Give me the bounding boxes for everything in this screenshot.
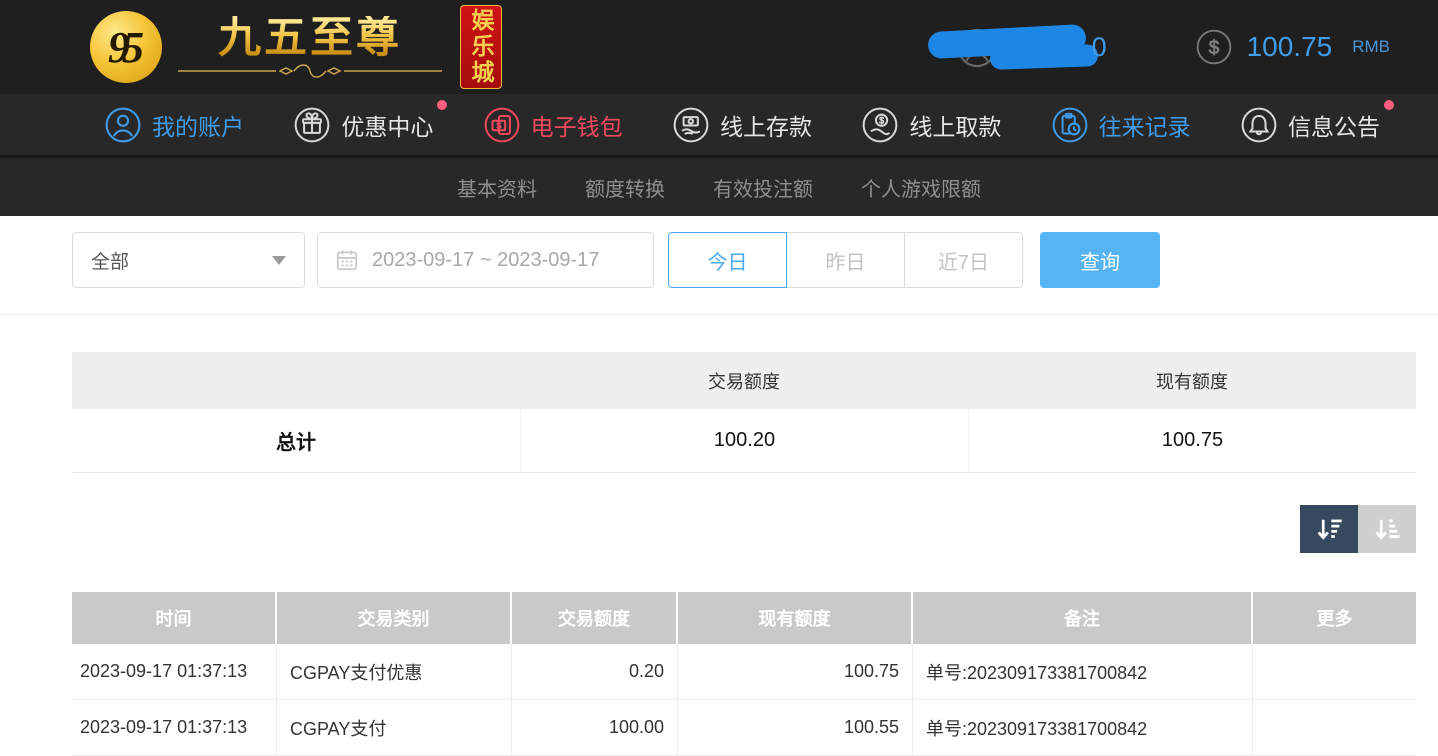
notification-dot: [1383, 99, 1394, 110]
cell-current-amount: 100.55: [678, 700, 913, 755]
nav-item-transaction-records[interactable]: 往来记录: [1051, 106, 1191, 144]
brand-name: 九五至尊: [218, 14, 402, 63]
nav-item-online-withdrawal[interactable]: $ 线上取款: [861, 106, 1001, 144]
flourish-ornament-icon: [178, 63, 442, 78]
cell-more: [1253, 644, 1416, 699]
brand-text-block: 九五至尊: [176, 14, 444, 78]
subnav-item-basic-info[interactable]: 基本资料: [457, 173, 537, 202]
summary-header-current-amount: 现有额度: [1156, 371, 1228, 392]
nav-item-label: 往来记录: [1098, 113, 1191, 140]
quick-range-group: 今日 昨日 近7日: [668, 232, 1023, 288]
nav-item-ewallet[interactable]: $ 电子钱包: [483, 106, 623, 144]
range-button-last7days[interactable]: 近7日: [904, 232, 1023, 288]
nav-item-label: 信息公告: [1287, 113, 1380, 140]
subnav-item-quota-transfer[interactable]: 额度转换: [585, 173, 665, 202]
summary-total-row: 总计 100.20 100.75: [72, 409, 1416, 473]
user-circle-icon: [104, 106, 142, 144]
notification-dot: [437, 99, 448, 110]
svg-text:$: $: [496, 120, 501, 130]
nav-item-my-account[interactable]: 我的账户: [104, 106, 244, 144]
range-button-today[interactable]: 今日: [668, 232, 787, 288]
deposit-icon: [672, 106, 710, 144]
col-header-transaction-amount: 交易额度: [512, 592, 678, 644]
logo-95-monogram: 95: [90, 11, 162, 83]
nav-item-online-deposit[interactable]: 线上存款: [672, 106, 812, 144]
col-header-remark: 备注: [913, 592, 1253, 644]
col-header-current-amount: 现有额度: [678, 592, 913, 644]
summary-header-empty: [72, 352, 520, 409]
sort-desc-icon[interactable]: [1300, 505, 1358, 553]
nav-item-label: 优惠中心: [341, 113, 434, 140]
summary-transaction-amount-value: 100.20: [520, 409, 968, 472]
username-area[interactable]: 0: [926, 19, 1133, 75]
selected-type-value: 全部: [91, 251, 130, 273]
bell-icon: [1240, 106, 1278, 144]
wallet-icon: $: [483, 106, 521, 144]
nav-item-label: 电子钱包: [530, 113, 623, 140]
cell-type: CGPAY支付优惠: [277, 644, 512, 699]
gift-icon: [293, 106, 331, 144]
transaction-type-select[interactable]: 全部: [72, 232, 305, 288]
balance-display[interactable]: $ 100.75 RMB: [1195, 28, 1390, 66]
col-header-time: 时间: [72, 592, 277, 644]
summary-total-label: 总计: [276, 432, 316, 454]
withdraw-icon: $: [861, 106, 899, 144]
site-logo[interactable]: 95 九五至尊 娱乐城: [90, 5, 502, 89]
username-scribble: [989, 44, 1098, 70]
search-button[interactable]: 查询: [1040, 232, 1160, 288]
caret-down-icon: [272, 255, 286, 265]
balance-currency: RMB: [1352, 37, 1390, 56]
cell-type: CGPAY支付: [277, 700, 512, 755]
records-table-header: 时间 交易类别 交易额度 现有额度 备注 更多: [72, 592, 1416, 644]
nav-item-label: 线上存款: [719, 113, 812, 140]
records-icon: [1051, 106, 1089, 144]
sort-controls: [72, 505, 1416, 553]
summary-table: 交易额度 现有额度 总计 100.20 100.75: [72, 352, 1416, 473]
cell-transaction-amount: 0.20: [512, 644, 678, 699]
section-divider: [0, 314, 1438, 315]
brand-suffix-box: 娱乐城: [460, 5, 502, 89]
sort-asc-icon[interactable]: [1358, 505, 1416, 553]
col-header-type: 交易类别: [277, 592, 512, 644]
calendar-icon: [334, 247, 360, 273]
nav-item-announcements[interactable]: 信息公告: [1240, 99, 1394, 144]
range-button-yesterday[interactable]: 昨日: [786, 232, 905, 288]
cell-time: 2023-09-17 01:37:13: [72, 700, 277, 755]
cell-current-amount: 100.75: [678, 644, 913, 699]
nav-item-promotions[interactable]: 优惠中心: [293, 99, 448, 144]
nav-item-label: 线上取款: [909, 113, 1002, 140]
cell-time: 2023-09-17 01:37:13: [72, 644, 277, 699]
main-navigation: 我的账户 优惠中心 $ 电子钱包 线上存款 $ 线上取款 往来记录 信息公告: [0, 94, 1438, 155]
summary-header-transaction-amount: 交易额度: [708, 371, 780, 392]
username-visible-suffix: 0: [1091, 32, 1107, 62]
nav-item-label: 我的账户: [152, 113, 244, 140]
col-header-more: 更多: [1316, 609, 1353, 629]
table-row: 2023-09-17 01:37:13 CGPAY支付优惠 0.20 100.7…: [72, 644, 1416, 700]
main-content: 全部 2023-09-17 ~ 2023-09-17 今日 昨日 近7日 查询: [0, 232, 1438, 756]
svg-text:$: $: [879, 115, 884, 125]
balance-amount: 100.75: [1246, 31, 1333, 62]
summary-current-amount-value: 100.75: [968, 409, 1416, 472]
date-range-input[interactable]: 2023-09-17 ~ 2023-09-17: [317, 232, 654, 288]
cell-remark: 单号:202309173381700842: [913, 644, 1253, 699]
subnav-item-personal-game-limit[interactable]: 个人游戏限额: [861, 173, 981, 202]
sub-navigation: 基本资料 额度转换 有效投注额 个人游戏限额: [0, 158, 1438, 216]
subnav-item-valid-bets[interactable]: 有效投注额: [713, 173, 813, 202]
cell-transaction-amount: 100.00: [512, 700, 678, 755]
top-header: 95 九五至尊 娱乐城 0 $ 100.75 RMB: [0, 0, 1438, 94]
svg-text:$: $: [1208, 38, 1219, 59]
summary-table-header: 交易额度 现有额度: [72, 352, 1416, 409]
filter-toolbar: 全部 2023-09-17 ~ 2023-09-17 今日 昨日 近7日 查询: [72, 232, 1416, 288]
date-range-value: 2023-09-17 ~ 2023-09-17: [372, 248, 600, 271]
dollar-circle-icon: $: [1195, 28, 1233, 66]
cell-remark: 单号:202309173381700842: [913, 700, 1253, 755]
records-table: 时间 交易类别 交易额度 现有额度 备注 更多 2023-09-17 01:37…: [72, 592, 1416, 756]
cell-more: [1253, 700, 1416, 755]
table-row: 2023-09-17 01:37:13 CGPAY支付 100.00 100.5…: [72, 700, 1416, 756]
